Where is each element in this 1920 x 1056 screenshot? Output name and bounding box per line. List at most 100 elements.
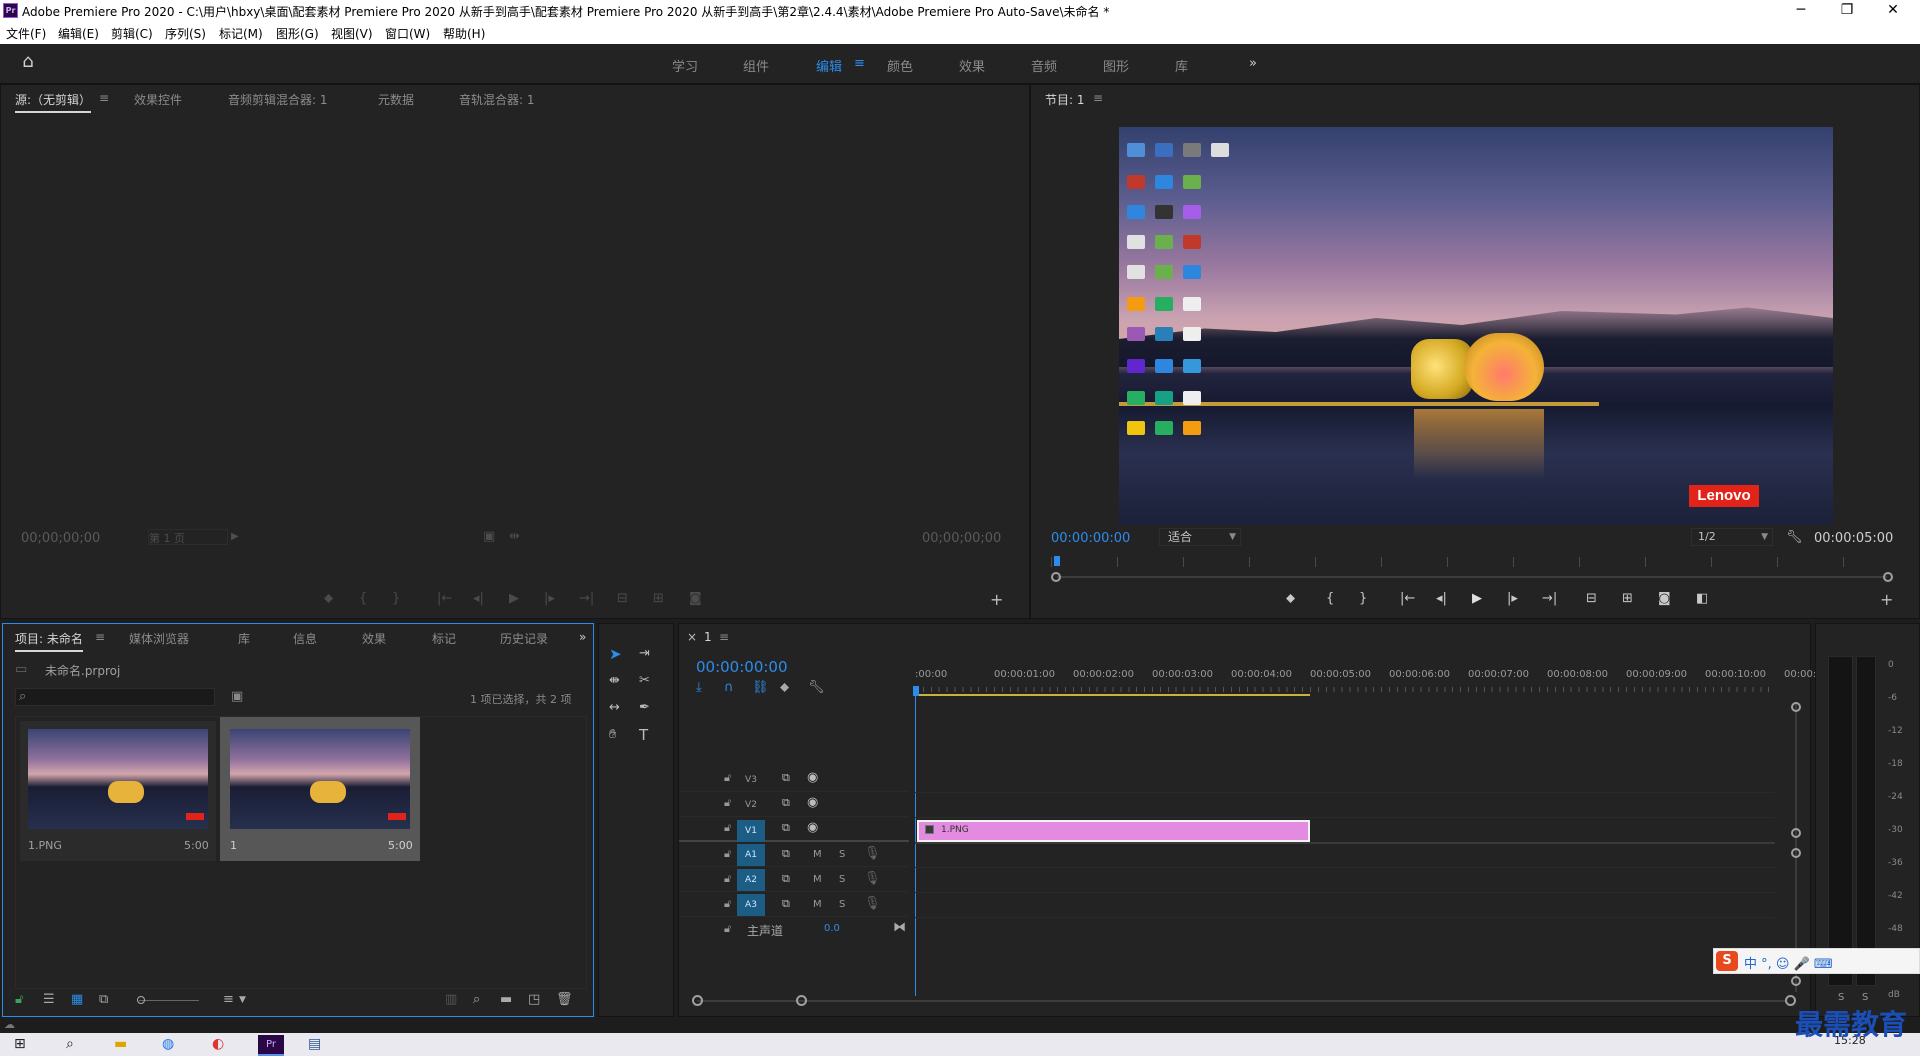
project-item-selected[interactable]: 1 5:00 bbox=[220, 717, 420, 861]
lock-icon[interactable]: 🔓︎ bbox=[724, 795, 731, 811]
more-tabs-icon[interactable]: » bbox=[579, 630, 586, 644]
lock-icon[interactable]: 🔓︎ bbox=[724, 770, 731, 786]
page-select[interactable]: 第 1 页 bbox=[148, 529, 228, 545]
zoom-handle-right[interactable] bbox=[1883, 572, 1893, 582]
eye-icon[interactable]: ◉ bbox=[807, 795, 818, 811]
razor-tool-icon[interactable]: ✂ bbox=[639, 673, 650, 689]
fit-dropdown[interactable]: 适合 ▼ bbox=[1159, 528, 1241, 546]
safe-margin-icon[interactable]: ▣ bbox=[483, 529, 495, 545]
workspace-audio[interactable]: 音频 bbox=[1031, 56, 1057, 75]
settings-toggle-icon[interactable]: ⇹ bbox=[509, 529, 520, 545]
master-volume-value[interactable]: 0.0 bbox=[824, 923, 840, 934]
program-zoom-bar[interactable] bbox=[1057, 576, 1887, 578]
marker-icon[interactable]: ⬥ bbox=[324, 591, 333, 607]
tab-sequence[interactable]: 1 bbox=[704, 630, 712, 644]
mute-button[interactable]: M bbox=[813, 874, 822, 885]
menu-marker[interactable]: 标记(M) bbox=[219, 25, 263, 42]
work-area-bar[interactable] bbox=[917, 694, 1310, 696]
track-target-v2[interactable]: V2 bbox=[737, 796, 765, 814]
lock-icon[interactable]: 🔓︎ bbox=[724, 846, 731, 862]
go-to-master-icon[interactable]: ⧓ bbox=[893, 920, 906, 936]
new-search-bin-icon[interactable]: ▣ bbox=[231, 689, 243, 705]
mute-button[interactable]: M bbox=[813, 899, 822, 910]
workspace-editing[interactable]: 编辑 bbox=[816, 56, 842, 75]
tab-project[interactable]: 项目: 未命名 bbox=[15, 630, 83, 652]
program-video-preview[interactable]: Lenovo bbox=[1119, 127, 1833, 525]
lock-icon[interactable]: 🔓︎ bbox=[724, 820, 731, 836]
vertical-zoom-handle[interactable] bbox=[1791, 702, 1801, 712]
hand-tool-icon[interactable]: ✋︎ bbox=[609, 727, 616, 743]
tab-info[interactable]: 信息 bbox=[293, 630, 317, 647]
resolution-dropdown[interactable]: 1/2 ▼ bbox=[1691, 528, 1773, 546]
add-marker-icon[interactable]: ⬥ bbox=[780, 680, 789, 696]
automate-to-sequence-icon[interactable]: ▥ bbox=[445, 992, 457, 1008]
zoom-slider-handle[interactable] bbox=[137, 996, 145, 1004]
workspace-color[interactable]: 颜色 bbox=[887, 56, 913, 75]
overwrite-icon[interactable]: ⊞ bbox=[653, 591, 664, 607]
file-explorer-icon[interactable]: ▬ bbox=[114, 1036, 127, 1052]
program-time-ruler[interactable] bbox=[1051, 557, 1891, 567]
step-forward-icon[interactable]: |▸ bbox=[544, 591, 555, 607]
lock-icon[interactable]: 🔓︎ bbox=[724, 871, 731, 887]
horizontal-zoom-handle-right[interactable] bbox=[796, 995, 807, 1006]
program-playhead-timecode[interactable]: 00:00:00:00 bbox=[1051, 531, 1130, 546]
timeline-playhead-head[interactable] bbox=[913, 686, 919, 696]
mark-in-icon[interactable]: { bbox=[1326, 591, 1334, 607]
step-forward-icon[interactable]: |▸ bbox=[1507, 591, 1518, 607]
home-icon[interactable]: ⌂ bbox=[18, 53, 38, 74]
menu-clip[interactable]: 剪辑(C) bbox=[111, 25, 153, 42]
microphone-icon[interactable]: 🎙︎ bbox=[864, 871, 881, 887]
project-search-input[interactable]: ⌕ bbox=[15, 688, 215, 706]
program-playhead[interactable] bbox=[1054, 556, 1060, 566]
mark-in-icon[interactable]: { bbox=[359, 591, 367, 607]
step-back-icon[interactable]: ◂| bbox=[473, 591, 484, 607]
close-sequence-icon[interactable]: × bbox=[687, 630, 697, 644]
snap-icon[interactable]: ∩ bbox=[724, 680, 734, 696]
tab-audio-clip-mixer[interactable]: 音频剪辑混合器: 1 bbox=[228, 91, 328, 108]
edge-browser-icon[interactable]: ◍ bbox=[162, 1036, 174, 1052]
play-icon[interactable]: ▶ bbox=[509, 591, 519, 607]
search-icon[interactable]: ⌕ bbox=[66, 1036, 74, 1052]
add-button-icon[interactable]: + bbox=[990, 592, 1003, 608]
step-back-icon[interactable]: ◂| bbox=[1436, 591, 1447, 607]
sort-icon[interactable]: ≡ bbox=[223, 992, 234, 1008]
insert-nest-icon[interactable]: ⤓ bbox=[696, 680, 702, 696]
extract-icon[interactable]: ⊞ bbox=[1622, 591, 1633, 607]
go-to-in-icon[interactable]: |← bbox=[437, 591, 452, 607]
solo-button[interactable]: S bbox=[839, 849, 845, 860]
tab-metadata[interactable]: 元数据 bbox=[378, 91, 414, 108]
cloud-status-icon[interactable]: ☁ bbox=[4, 1017, 15, 1033]
horizontal-zoom-handle-left[interactable] bbox=[692, 995, 703, 1006]
play-icon[interactable]: ▶ bbox=[1472, 591, 1482, 607]
sync-lock-icon[interactable]: ⧉ bbox=[782, 896, 790, 912]
tab-markers[interactable]: 标记 bbox=[432, 630, 456, 647]
workspace-libraries[interactable]: 库 bbox=[1175, 56, 1188, 75]
project-item[interactable]: 1.PNG 5:00 bbox=[20, 721, 216, 861]
type-tool-icon[interactable]: T bbox=[639, 727, 648, 743]
workspace-learn[interactable]: 学习 bbox=[672, 56, 698, 75]
go-to-out-icon[interactable]: →| bbox=[1542, 591, 1557, 607]
tab-effects[interactable]: 效果 bbox=[362, 630, 386, 647]
microphone-icon[interactable]: 🎙︎ bbox=[864, 896, 881, 912]
menu-graphics[interactable]: 图形(G) bbox=[276, 25, 319, 42]
vertical-zoom-handle[interactable] bbox=[1791, 848, 1801, 858]
project-menu-icon[interactable]: ≡ bbox=[95, 630, 105, 644]
menu-edit[interactable]: 编辑(E) bbox=[58, 25, 99, 42]
sync-lock-icon[interactable]: ⧉ bbox=[782, 871, 790, 887]
sync-lock-icon[interactable]: ⧉ bbox=[782, 846, 790, 862]
solo-button[interactable]: S bbox=[839, 899, 845, 910]
add-button-icon[interactable]: + bbox=[1880, 592, 1893, 608]
zoom-slider[interactable] bbox=[139, 1000, 199, 1001]
windows-start-icon[interactable]: ⊞ bbox=[14, 1036, 26, 1052]
microphone-icon[interactable]: 🎙︎ bbox=[864, 846, 881, 862]
slip-tool-icon[interactable]: ↔ bbox=[609, 700, 620, 716]
trash-icon[interactable]: 🗑︎ bbox=[556, 992, 573, 1008]
new-item-icon[interactable]: ◳ bbox=[528, 992, 540, 1008]
workspace-graphics[interactable]: 图形 bbox=[1103, 56, 1129, 75]
linked-selection-icon[interactable]: ⛓ bbox=[752, 680, 769, 696]
mark-out-icon[interactable]: } bbox=[392, 591, 400, 607]
timeline-clip[interactable]: 1.PNG bbox=[917, 820, 1310, 842]
menu-help[interactable]: 帮助(H) bbox=[443, 25, 485, 42]
meter-solo-left[interactable]: S bbox=[1838, 992, 1844, 1003]
track-target-v3[interactable]: V3 bbox=[737, 771, 765, 789]
